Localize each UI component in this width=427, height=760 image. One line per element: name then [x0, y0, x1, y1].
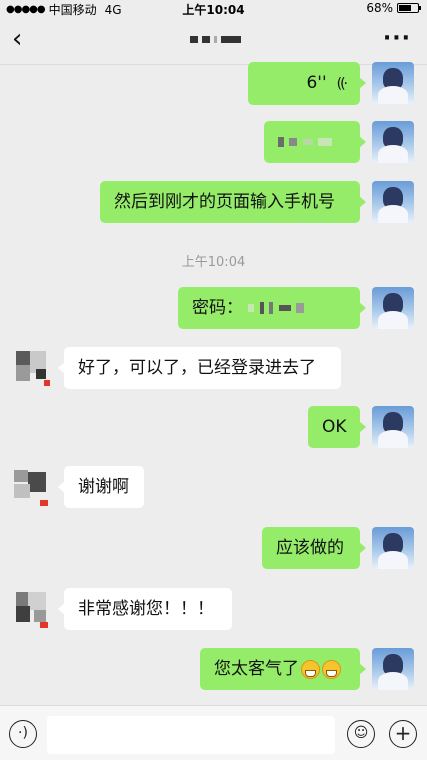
grin-emoji-icon: [322, 659, 341, 679]
back-button[interactable]: ‹: [12, 24, 22, 54]
my-avatar[interactable]: [372, 406, 414, 448]
message-input[interactable]: [47, 716, 335, 754]
input-toolbar: ·) ☺ +: [0, 705, 427, 760]
status-bar: ●●●●● 中国移动 4G 上午10:04 68%: [0, 0, 427, 18]
voice-input-icon: ·): [18, 725, 28, 741]
emoji-button[interactable]: ☺: [347, 720, 375, 748]
text-message-bubble[interactable]: 然后到刚才的页面输入手机号: [100, 181, 366, 223]
more-options-button[interactable]: ···: [383, 26, 411, 51]
voice-wave-icon: ((·: [336, 76, 348, 92]
text-message-bubble[interactable]: OK: [308, 406, 366, 448]
text-message-bubble[interactable]: 应该做的: [262, 527, 366, 569]
message-text: 密码：: [192, 298, 243, 318]
my-avatar[interactable]: [372, 527, 414, 569]
voice-input-button[interactable]: ·): [9, 720, 37, 748]
redacted-message-bubble[interactable]: [264, 121, 366, 163]
contact-avatar[interactable]: [10, 588, 52, 630]
voice-duration: 6'': [306, 73, 327, 93]
text-message-bubble[interactable]: 您太客气了: [200, 648, 366, 690]
grin-emoji-icon: [301, 659, 320, 679]
contact-avatar[interactable]: [10, 466, 52, 508]
voice-message-bubble[interactable]: 6'' ((·: [248, 62, 366, 105]
status-time: 上午10:04: [182, 3, 245, 17]
plus-button[interactable]: +: [389, 720, 417, 748]
my-avatar[interactable]: [372, 121, 414, 163]
text-message-bubble[interactable]: 非常感谢您！！！: [58, 588, 232, 630]
chat-timestamp: 上午10:04: [181, 255, 246, 270]
my-avatar[interactable]: [372, 648, 414, 690]
battery-percent: 68%: [366, 1, 393, 15]
contact-avatar[interactable]: [10, 347, 52, 389]
chat-title-redacted: [190, 36, 241, 43]
text-message-bubble[interactable]: 好了，可以了，已经登录进去了: [58, 347, 341, 389]
my-avatar[interactable]: [372, 287, 414, 329]
my-avatar[interactable]: [372, 181, 414, 223]
message-text: 您太客气了: [214, 659, 299, 679]
text-message-bubble[interactable]: 密码：: [178, 287, 366, 329]
plus-icon: +: [394, 721, 412, 745]
emoji-icon: ☺: [353, 725, 369, 741]
chevron-left-icon: ‹: [12, 24, 23, 54]
text-message-bubble[interactable]: 谢谢啊: [58, 466, 144, 508]
battery-icon: [397, 3, 421, 13]
chat-header: ‹ ···: [0, 18, 427, 65]
my-avatar[interactable]: [372, 62, 414, 104]
